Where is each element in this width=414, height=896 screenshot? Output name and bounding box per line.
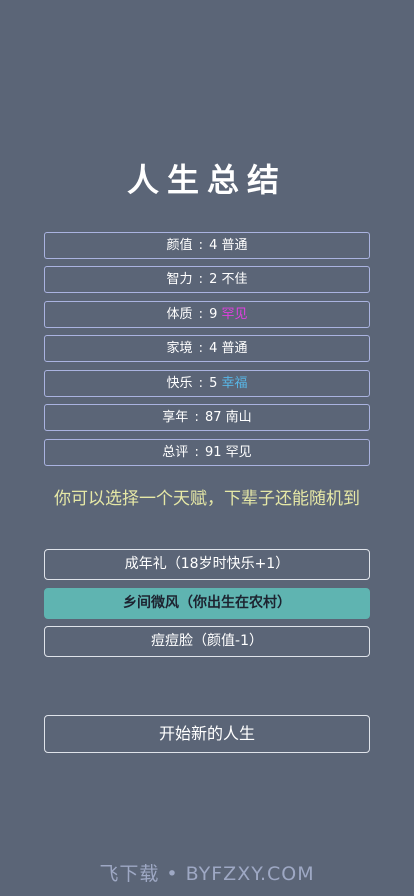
stat-label: 总评 [162,445,189,460]
stat-label: 享年 [162,410,189,425]
stat-value: 2 [209,272,218,287]
stat-row-happiness: 快乐 : 5 幸福 [44,370,370,397]
page-title: 人生总结 [126,161,287,199]
stat-row-lifespan: 享年 : 87 南山 [44,404,370,431]
stat-row-intelligence: 智力 : 2 不佳 [44,266,370,293]
stat-separator: : [198,238,203,253]
stat-label: 家境 [166,341,193,356]
stat-separator: : [194,445,199,460]
stat-value: 5 [209,376,218,391]
stat-separator: : [198,341,203,356]
stat-row-constitution: 体质 : 9 罕见 [44,301,370,328]
stat-row-family: 家境 : 4 普通 [44,335,370,362]
stat-value: 4 [209,238,218,253]
watermark: 飞下载 • BYFZXY.COM [99,863,315,885]
stat-separator: : [198,307,203,322]
stat-separator: : [198,272,203,287]
stat-label: 快乐 [166,376,193,391]
talent-option-acne-face[interactable]: 痘痘脸（颜值-1） [44,626,370,657]
stat-value: 9 [209,307,218,322]
start-new-life-button[interactable]: 开始新的人生 [44,715,370,753]
stat-value: 4 [209,341,218,356]
talent-option-coming-of-age[interactable]: 成年礼（18岁时快乐+1） [44,549,370,580]
talent-option-country-breeze[interactable]: 乡间微风（你出生在农村） [44,588,370,619]
stat-label: 体质 [166,307,193,322]
stat-grade: 不佳 [221,272,248,287]
stat-value: 91 [204,445,222,460]
stat-separator: : [198,376,203,391]
stat-label: 颜值 [166,238,193,253]
stat-grade: 普通 [221,238,248,253]
stat-grade: 南山 [225,410,252,425]
stat-value: 87 [204,410,222,425]
stat-row-overall: 总评 : 91 罕见 [44,439,370,466]
stat-separator: : [194,410,199,425]
stat-grade: 罕见 [221,307,248,322]
talent-prompt: 你可以选择一个天赋，下辈子还能随机到 [54,489,360,509]
stat-grade: 罕见 [225,445,252,460]
stat-grade: 普通 [221,341,248,356]
stat-label: 智力 [166,272,193,287]
stat-row-appearance: 颜值 : 4 普通 [44,232,370,259]
stat-grade: 幸福 [221,376,248,391]
